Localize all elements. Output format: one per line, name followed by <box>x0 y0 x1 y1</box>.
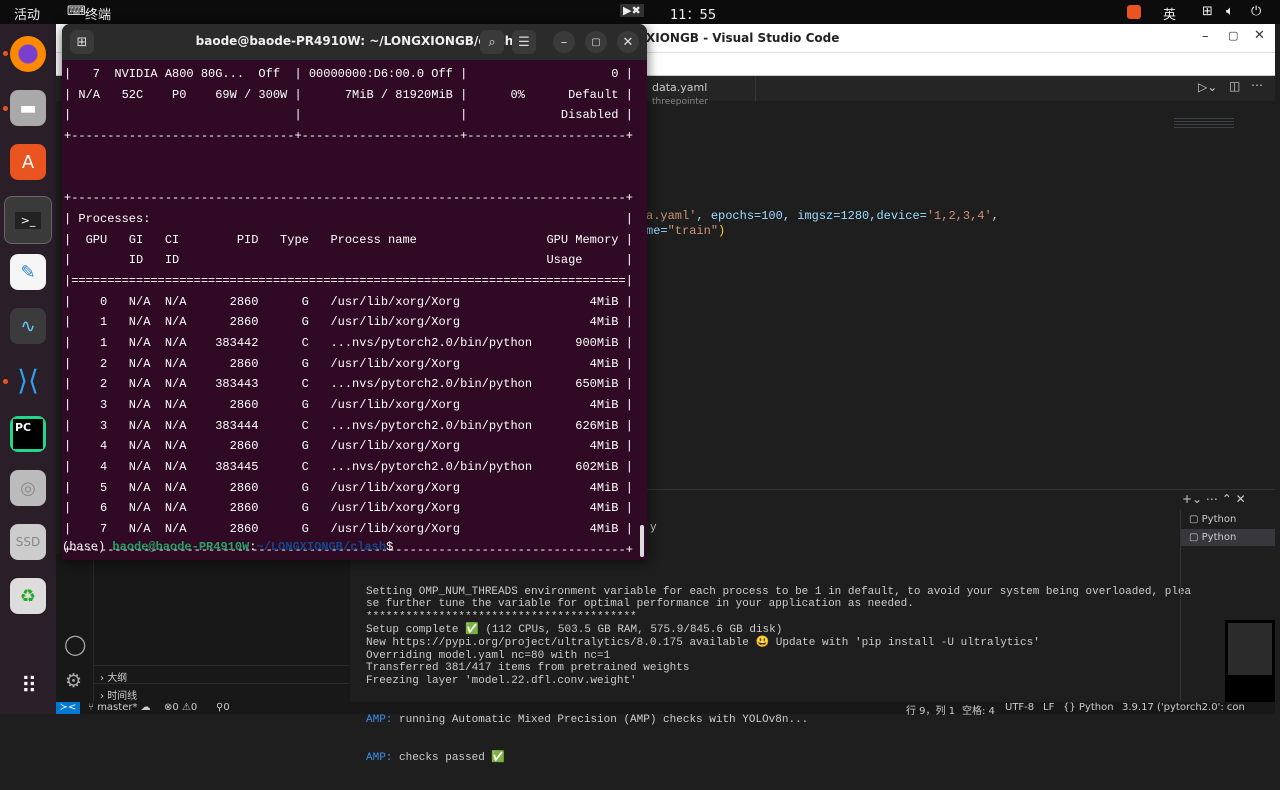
clock[interactable]: 11：55 <box>670 4 716 23</box>
terminal-line: | 2 N/A N/A 2860 G /usr/lib/xorg/Xorg 4M… <box>64 356 633 371</box>
encoding-status[interactable]: UTF-8 <box>1005 702 1034 713</box>
terminal-line: | 3 N/A N/A 2860 G /usr/lib/xorg/Xorg 4M… <box>64 398 633 412</box>
activities-button[interactable]: 活动 <box>14 4 40 23</box>
terminal-line: | 0 N/A N/A 2860 G /usr/lib/xorg/Xorg 4M… <box>64 294 633 309</box>
firefox-icon[interactable] <box>10 36 46 72</box>
files-icon[interactable]: ▬ <box>10 90 46 126</box>
interpreter-status[interactable]: 3.9.17 ('pytorch2.0': con <box>1122 702 1245 713</box>
minimize-button[interactable]: – <box>1202 29 1209 44</box>
terminal-line: | 1 N/A N/A 2860 G /usr/lib/xorg/Xorg 4M… <box>64 315 633 330</box>
ssd-drive-icon[interactable]: SSD <box>10 524 46 560</box>
activity-bar: ◯ ⚙ <box>56 554 93 702</box>
close-button[interactable]: ✕ <box>1254 28 1265 43</box>
terminal-line: | 3 N/A N/A 383444 C ...nvs/pytorch2.0/b… <box>64 418 633 433</box>
terminal-prompt[interactable]: (base) baode@baode-PR4910W:~/LONGXIONGB/… <box>62 540 393 554</box>
tab-description: threepointer <box>652 97 708 107</box>
panel-output[interactable]: Setting OMP_NUM_THREADS environment vari… <box>366 560 1191 790</box>
terminal-scrollbar[interactable] <box>640 525 644 557</box>
eol-status[interactable]: LF <box>1043 702 1054 713</box>
tray-app-icon[interactable] <box>1127 5 1141 19</box>
terminal-line: | 5 N/A N/A 2860 G /usr/lib/xorg/Xorg 4M… <box>64 480 633 495</box>
problems-status[interactable]: ⊗0 ⚠0 <box>164 702 197 713</box>
terminal-line: +---------------------------------------… <box>64 191 633 206</box>
app-center-icon[interactable]: A <box>10 144 46 180</box>
terminal-line: | ID ID Usage | <box>64 253 633 268</box>
power-icon[interactable]: ⏻ <box>1251 4 1261 19</box>
settings-gear-icon[interactable]: ⚙ <box>65 670 82 692</box>
partial-output: y <box>650 522 657 534</box>
terminal-line: | 2 N/A N/A 383443 C ...nvs/pytorch2.0/b… <box>64 377 633 392</box>
maximize-icon[interactable]: ▢ <box>585 31 607 53</box>
close-icon[interactable]: ✕ <box>617 31 639 53</box>
floating-widget[interactable] <box>1225 620 1275 714</box>
input-method[interactable]: 英 <box>1163 4 1176 23</box>
trash-icon[interactable]: ♻ <box>10 578 46 614</box>
terminal-headerbar: ⊞ baode@baode-PR4910W: ~/LONGXIONGB/clas… <box>62 24 647 60</box>
terminal-line: | 4 N/A N/A 2860 G /usr/lib/xorg/Xorg 4M… <box>64 439 633 454</box>
terminal-line: |=======================================… <box>64 273 633 288</box>
terminal-line: | 1 N/A N/A 383442 C ...nvs/pytorch2.0/b… <box>64 335 633 350</box>
terminal-line: | | | Disabled | <box>64 108 633 123</box>
more-actions-icon[interactable]: ⋯ <box>1251 78 1263 92</box>
disc-icon[interactable]: ◎ <box>10 470 46 506</box>
ports-status[interactable]: ⚲0 <box>216 702 230 713</box>
terminal-line: | 7 NVIDIA A800 80G... Off | 00000000:D6… <box>64 67 633 81</box>
minimize-icon[interactable]: – <box>553 31 575 53</box>
terminal-line: | 7 N/A N/A 2860 G /usr/lib/xorg/Xorg 4M… <box>64 522 633 537</box>
terminal-line: | 6 N/A N/A 2860 G /usr/lib/xorg/Xorg 4M… <box>64 501 633 516</box>
language-status[interactable]: {} Python <box>1063 702 1114 713</box>
indent-status[interactable]: 空格: 4 <box>962 702 995 717</box>
terminal-line: | Processes: | <box>64 211 633 226</box>
terminal-line: +-------------------------------+-------… <box>64 129 633 144</box>
branch-status[interactable]: ⑂ master* ☁ <box>88 702 151 713</box>
screenshot-indicator-icon[interactable]: ▶✖ <box>620 4 644 17</box>
code-editor[interactable]: a.yaml', epochs=100, imgsz=1280,device='… <box>646 209 999 239</box>
terminal-line: | GPU GI CI PID Type Process name GPU Me… <box>64 232 633 247</box>
timeline-label: 时间线 <box>107 691 138 702</box>
terminal-list-item-active[interactable]: ▢ Python <box>1181 529 1275 546</box>
cursor-position[interactable]: 行 9，列 1 <box>906 702 955 717</box>
sidebar: › 大纲 › 时间线 <box>93 554 350 702</box>
split-editor-icon[interactable]: ◫ <box>1229 79 1240 93</box>
run-icon[interactable]: ▷⌄ <box>1198 80 1217 94</box>
pycharm-icon[interactable]: PC <box>10 416 46 452</box>
terminal-line: | 4 N/A N/A 383445 C ...nvs/pytorch2.0/b… <box>64 460 633 475</box>
account-icon[interactable]: ◯ <box>64 632 86 656</box>
system-monitor-icon[interactable]: ∿ <box>10 308 46 344</box>
dock: ▬ A >_ ✎ ∿ ⟩⟨ PC ◎ SSD ♻ ⠿ <box>0 24 56 714</box>
tab-data-yaml[interactable]: data.yaml threepointer <box>646 76 756 107</box>
hamburger-menu-icon[interactable]: ☰ <box>512 30 536 54</box>
terminal-output[interactable]: | 7 NVIDIA A800 80G... Off | 00000000:D6… <box>64 64 633 560</box>
minimap[interactable] <box>1174 118 1234 130</box>
vscode-icon[interactable]: ⟩⟨ <box>10 362 46 398</box>
top-bar: 活动 ⌨ 终端 ▶✖ 11：55 英 ⊞ 🔈︎ ⏻ <box>0 0 1280 24</box>
terminal-window: ⊞ baode@baode-PR4910W: ~/LONGXIONGB/clas… <box>62 24 647 560</box>
network-icon[interactable]: ⊞ <box>1202 4 1213 19</box>
show-apps-icon[interactable]: ⠿ <box>10 668 46 704</box>
tab-label: data.yaml <box>652 81 708 94</box>
terminal-list-item[interactable]: ▢ Python <box>1181 510 1275 529</box>
terminal-app-icon: ⌨ <box>67 4 86 19</box>
text-editor-icon[interactable]: ✎ <box>10 254 46 290</box>
app-menu[interactable]: 终端 <box>85 4 111 23</box>
terminal-dock-icon[interactable]: >_ <box>4 196 52 244</box>
vscode-title: XIONGB - Visual Studio Code <box>646 31 840 45</box>
panel-actions[interactable]: +⌄ ⋯ ⌃ ✕ <box>1182 492 1246 506</box>
terminal-line: | N/A 52C P0 69W / 300W | 7MiB / 81920Mi… <box>64 87 633 102</box>
remote-icon[interactable]: ≻< <box>56 702 80 714</box>
status-bar: ≻< ⑂ master* ☁ ⊗0 ⚠0 ⚲0 行 9，列 1 空格: 4 UT… <box>56 702 1275 717</box>
volume-icon[interactable]: 🔈︎ <box>1226 4 1234 19</box>
search-icon[interactable]: ⌕ <box>480 30 504 54</box>
maximize-button[interactable]: ▢ <box>1228 29 1238 42</box>
